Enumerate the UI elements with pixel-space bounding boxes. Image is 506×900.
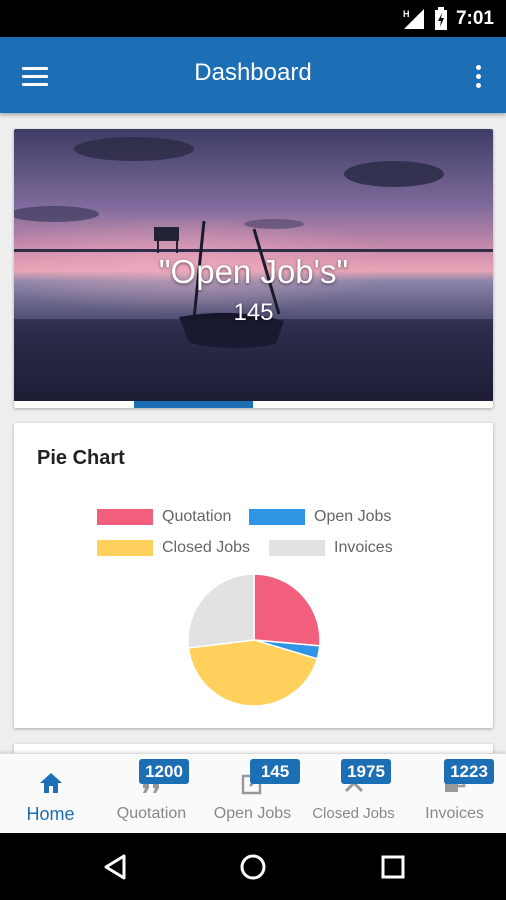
- pie-card-title: Pie Chart: [37, 447, 125, 469]
- network-badge: H: [403, 9, 410, 19]
- system-navigation-bar: [0, 833, 506, 900]
- nav-badge: 1200: [139, 759, 189, 784]
- legend-label: Invoices: [334, 539, 393, 556]
- nav-badge: 145: [250, 759, 300, 784]
- back-icon[interactable]: [96, 850, 136, 884]
- recents-icon[interactable]: [373, 850, 413, 884]
- bottom-navigation: Home 1200 Quotation 145 Open Jobs 1975 C…: [0, 753, 506, 833]
- status-icons: H 7:01: [402, 7, 494, 31]
- hero-value: 145: [233, 299, 274, 326]
- legend-swatch: [97, 540, 153, 556]
- pie-slice-invoices: [187, 573, 255, 649]
- home-icon: [40, 773, 62, 793]
- slider-page-indicator: [134, 401, 253, 408]
- legend-swatch: [97, 509, 153, 525]
- nav-label: Closed Jobs: [312, 805, 395, 822]
- pie-chart-card: Pie Chart Quotation Open Jobs Closed Job…: [14, 423, 493, 728]
- status-time: 7:01: [455, 8, 494, 29]
- nav-label: Quotation: [116, 805, 187, 822]
- nav-item-open-jobs[interactable]: 145 Open Jobs: [202, 754, 303, 834]
- legend-item-quotation: Quotation: [97, 508, 231, 526]
- more-vert-icon[interactable]: [470, 61, 486, 91]
- nav-badge: 1975: [341, 759, 391, 784]
- legend-label: Quotation: [162, 508, 232, 525]
- nav-item-invoices[interactable]: 1223 Invoices: [404, 754, 505, 834]
- signal-icon: H: [403, 9, 424, 29]
- nav-item-quotation[interactable]: 1200 Quotation: [101, 754, 202, 834]
- status-bar: H 7:01: [0, 0, 506, 37]
- legend-swatch: [249, 509, 305, 525]
- legend-label: Open Jobs: [314, 508, 392, 525]
- nav-label: Invoices: [425, 805, 484, 822]
- legend-item-closed-jobs: Closed Jobs: [97, 539, 250, 557]
- legend-label: Closed Jobs: [162, 539, 251, 556]
- pie-slice-quotation: [253, 573, 321, 647]
- battery-charging-icon: [434, 7, 447, 30]
- nav-item-home[interactable]: Home: [0, 754, 101, 834]
- legend-item-open-jobs: Open Jobs: [249, 508, 391, 526]
- open-jobs-slider-card[interactable]: "Open Job's" 145: [14, 129, 493, 408]
- page-title: Dashboard: [194, 59, 312, 86]
- next-card: [14, 744, 493, 753]
- nav-label: Open Jobs: [213, 805, 292, 822]
- legend-item-invoices: Invoices: [269, 539, 393, 557]
- hero-label: "Open Job's": [158, 253, 349, 290]
- nav-label: Home: [26, 804, 75, 824]
- dashboard-content[interactable]: "Open Job's" 145 Pie Chart Quotation Ope…: [0, 113, 506, 753]
- legend-swatch: [269, 540, 325, 556]
- app-bar: Dashboard: [0, 37, 506, 113]
- home-circle-icon[interactable]: [233, 850, 273, 884]
- pie-chart: [187, 573, 321, 707]
- nav-badge: 1223: [444, 759, 494, 784]
- nav-item-closed-jobs[interactable]: 1975 Closed Jobs: [303, 754, 404, 834]
